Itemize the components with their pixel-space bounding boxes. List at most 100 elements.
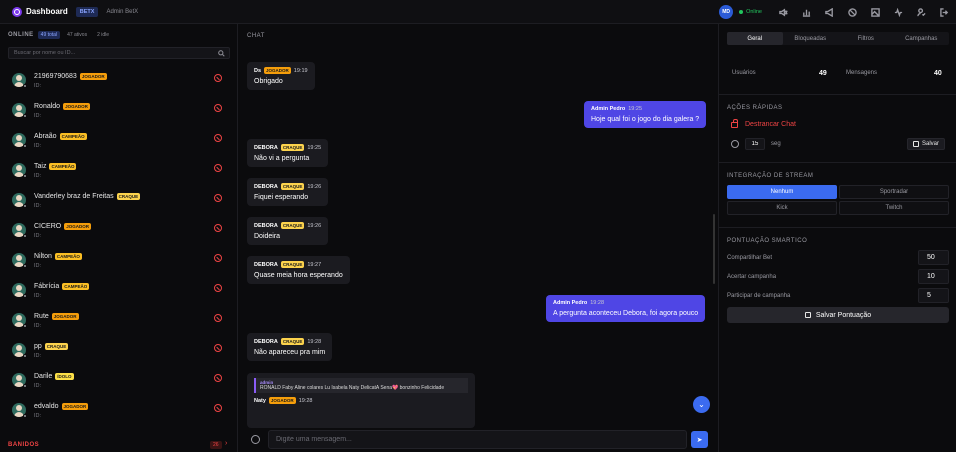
- author-rank-badge: CRAQUE: [280, 183, 305, 190]
- user-name: Fábrícia: [34, 283, 60, 290]
- chat-message[interactable]: Ds JOGADOR 19:19 Obrigado: [247, 62, 315, 90]
- unlock-chat-label: Destrancar Chat: [745, 121, 796, 128]
- ban-user-icon[interactable]: [214, 194, 222, 202]
- unlock-chat-button[interactable]: Destrancar Chat: [731, 118, 796, 128]
- total-count-pill[interactable]: 49 total: [37, 31, 61, 39]
- stream-option-twitch[interactable]: Twitch: [839, 201, 949, 215]
- user-list-item[interactable]: CICERO JOGADOR ID:: [0, 218, 236, 248]
- chat-message[interactable]: DEBORA CRAQUE 19:25 Não vi a pergunta: [247, 139, 329, 167]
- bar-chart-icon[interactable]: [795, 0, 818, 24]
- user-name-row: Nilton CAMPEÃO: [34, 253, 82, 260]
- chat-message[interactable]: DEBORA CRAQUE 19:26 Doideira: [247, 217, 329, 245]
- author-rank-badge: CRAQUE: [280, 144, 305, 151]
- user-list-item[interactable]: Darile ÍDOLO ID:: [0, 368, 236, 398]
- chat-message[interactable]: DEBORA CRAQUE 19:26 Fiquei esperando: [247, 178, 329, 206]
- user-list-item[interactable]: Fábrícia CAMPEÃO ID:: [0, 278, 236, 308]
- ban-user-icon[interactable]: [214, 254, 222, 262]
- score-input-participar[interactable]: [918, 288, 949, 303]
- user-id: ID:: [34, 203, 42, 209]
- image-icon[interactable]: [864, 0, 887, 24]
- user-list-item[interactable]: Taiz CAMPEÃO ID:: [0, 158, 236, 188]
- active-count-pill[interactable]: 47 ativos: [64, 31, 90, 39]
- emoji-icon[interactable]: [251, 435, 260, 444]
- ban-user-icon[interactable]: [214, 284, 222, 292]
- user-name: Darile: [34, 373, 53, 380]
- user-list-item[interactable]: edvaldo JOGADOR ID:: [0, 398, 236, 428]
- online-title: ONLINE: [8, 32, 34, 38]
- message-text: Não vi a pergunta: [254, 155, 310, 162]
- user-id: ID:: [34, 173, 42, 179]
- message-input[interactable]: [268, 430, 687, 449]
- chat-message[interactable]: DEBORA CRAQUE 19:27 Quase meia hora esperan…: [247, 256, 350, 284]
- user-list-item[interactable]: Vanderley braz de Freitas CRAQUE ID:: [0, 188, 236, 218]
- chevron-right-icon[interactable]: ›: [225, 440, 227, 447]
- message-text: Doideira: [254, 233, 281, 240]
- user-rank-badge: CAMPEÃO: [49, 163, 77, 170]
- user-name-row: Darile ÍDOLO: [34, 373, 74, 380]
- settings-panel: Geral Bloqueadas Filtros Campanhas Usuár…: [718, 24, 956, 452]
- idle-count-pill[interactable]: 2 idle: [94, 31, 112, 39]
- message-author: Ds: [254, 67, 262, 74]
- user-name-row: 21969790683 JOGADOR: [34, 73, 107, 80]
- stream-options: Nenhum Sportradar Kick Twitch: [727, 185, 949, 215]
- tab-geral[interactable]: Geral: [727, 32, 783, 45]
- user-id: ID:: [34, 293, 42, 299]
- score-input-acertar[interactable]: [918, 269, 949, 284]
- ban-user-icon[interactable]: [214, 374, 222, 382]
- timer-input[interactable]: [745, 138, 765, 150]
- chat-message[interactable]: admin RONALD Faby Aline colares Lu Isabel…: [247, 373, 475, 428]
- user-name: Taiz: [34, 163, 47, 170]
- user-list-item[interactable]: pp CRAQUE ID:: [0, 338, 236, 368]
- chat-scrollbar[interactable]: [713, 214, 715, 284]
- send-button[interactable]: ➤: [691, 431, 708, 448]
- save-score-button[interactable]: Salvar Pontuação: [727, 307, 949, 323]
- ban-user-icon[interactable]: [214, 404, 222, 412]
- user-name-row: Taiz CAMPEÃO: [34, 163, 77, 170]
- message-time: 19:28: [298, 397, 313, 404]
- user-list-item[interactable]: Ronaldo JOGADOR ID:: [0, 98, 236, 128]
- chat-message[interactable]: DEBORA CRAQUE 19:28 Não apareceu pra mim: [247, 333, 333, 361]
- tab-campanhas[interactable]: Campanhas: [894, 32, 950, 45]
- message-time: 19:27: [307, 261, 322, 268]
- stream-option-sportradar[interactable]: Sportradar: [839, 185, 949, 199]
- user-name-row: Abraão CAMPEÃO: [34, 133, 87, 140]
- user-list-item[interactable]: Rute JOGADOR ID:: [0, 308, 236, 338]
- ban-user-icon[interactable]: [214, 224, 222, 232]
- ban-user-icon[interactable]: [214, 314, 222, 322]
- ban-user-icon[interactable]: [214, 134, 222, 142]
- user-status-dot: [23, 174, 27, 178]
- user-list-item[interactable]: Nilton CAMPEÃO ID:: [0, 248, 236, 278]
- user-id: ID:: [34, 383, 42, 389]
- ban-icon[interactable]: [841, 0, 864, 24]
- score-row-participar: Participar de campanha: [727, 288, 949, 303]
- ban-user-icon[interactable]: [214, 74, 222, 82]
- megaphone-icon[interactable]: [818, 0, 841, 24]
- user-rank-badge: JOGADOR: [51, 313, 79, 320]
- logout-icon[interactable]: [933, 0, 956, 24]
- user-search-field[interactable]: Buscar por nome ou ID...: [8, 47, 230, 59]
- stream-option-nenhum[interactable]: Nenhum: [727, 185, 837, 199]
- score-input-compartilhar[interactable]: [918, 250, 949, 265]
- ban-user-icon[interactable]: [214, 104, 222, 112]
- user-name: Nilton: [34, 253, 52, 260]
- user-list-item[interactable]: 21969790683 JOGADOR ID:: [0, 68, 236, 98]
- admin-message[interactable]: Admin Pedro 19:25 Hoje qual foi o jogo do …: [584, 101, 707, 128]
- divider: [719, 227, 956, 228]
- ban-user-icon[interactable]: [214, 344, 222, 352]
- user-check-icon[interactable]: [910, 0, 933, 24]
- activity-icon[interactable]: [887, 0, 910, 24]
- stream-option-kick[interactable]: Kick: [727, 201, 837, 215]
- banned-section-title[interactable]: BANIDOS: [8, 442, 39, 448]
- volume-off-icon[interactable]: [772, 0, 795, 24]
- admin-message[interactable]: Admin Pedro 19:28 A pergunta aconteceu Deb…: [546, 295, 706, 322]
- user-id: ID:: [34, 233, 42, 239]
- save-timer-button[interactable]: Salvar: [907, 138, 946, 150]
- admin-avatar[interactable]: MD: [719, 5, 734, 19]
- user-name-row: edvaldo JOGADOR: [34, 403, 89, 410]
- tab-bloqueadas[interactable]: Bloqueadas: [783, 32, 839, 45]
- user-list-item[interactable]: Abraão CAMPEÃO ID:: [0, 128, 236, 158]
- tab-filtros[interactable]: Filtros: [838, 32, 894, 45]
- ban-user-icon[interactable]: [214, 164, 222, 172]
- scroll-down-button[interactable]: ⌄: [693, 396, 710, 413]
- author-rank-badge: CRAQUE: [280, 261, 305, 268]
